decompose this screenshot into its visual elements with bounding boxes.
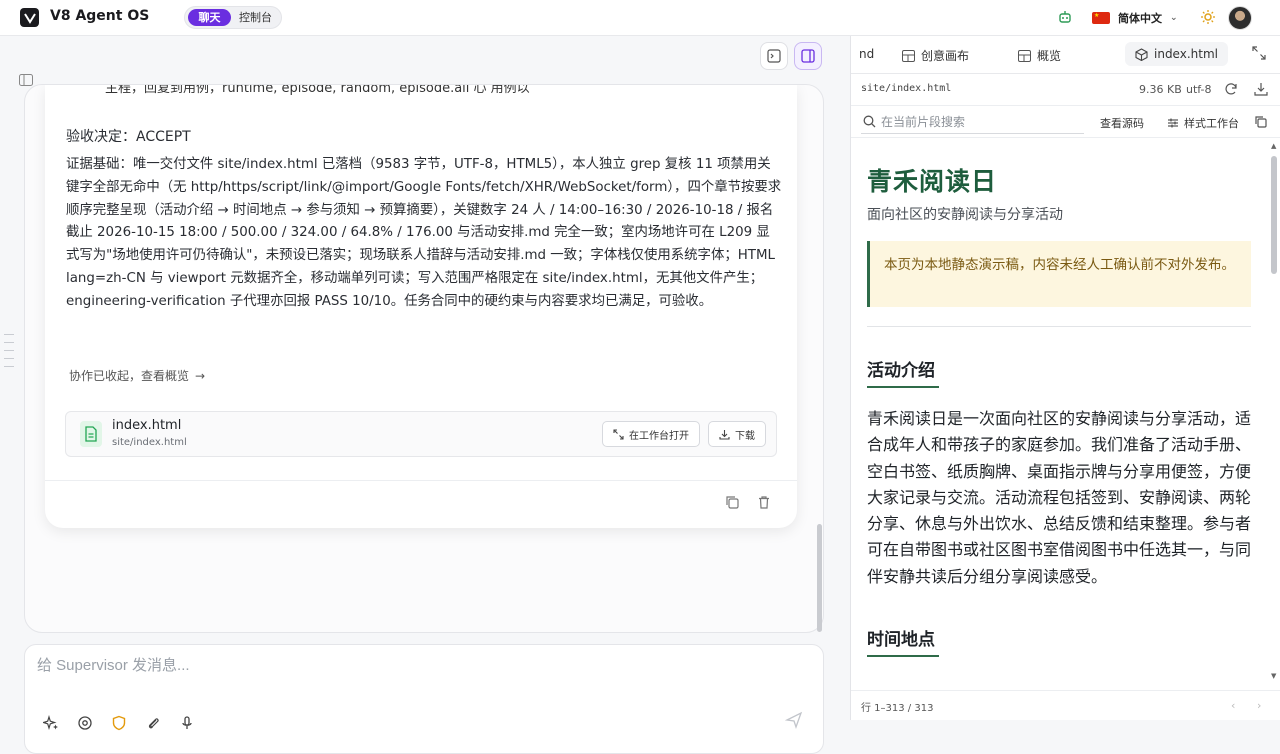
shield-icon[interactable] (111, 715, 129, 733)
layout-icon (1018, 49, 1031, 62)
file-path-label: site/index.html (861, 83, 952, 94)
mode-switch: 聊天 控制台 (184, 6, 282, 29)
agent-icon[interactable] (77, 715, 95, 733)
open-in-workbench-button[interactable]: 在工作台打开 (602, 421, 700, 447)
panel-toggle-button[interactable] (794, 42, 822, 70)
search-underline (861, 133, 1084, 134)
search-icon (863, 115, 876, 128)
assistant-message: 主程，回复到用例，runtime, episode, random, episo… (45, 85, 797, 528)
collapse-link-label: 协作已收起，查看概览 (69, 369, 190, 383)
scroll-down-icon[interactable]: ▼ (1271, 672, 1276, 680)
cube-icon (1135, 47, 1148, 61)
tab-overview[interactable]: 概览 (1018, 47, 1061, 64)
scroll-up-icon[interactable]: ▲ (1271, 142, 1276, 150)
file-attachment: index.html site/index.html 在工作台打开 下载 (65, 411, 777, 457)
download-label: 下载 (735, 430, 755, 442)
acceptance-decision: 验收决定：ACCEPT (66, 129, 191, 145)
file-document-icon (80, 421, 102, 447)
tab-partial[interactable]: nd (859, 47, 874, 61)
chevron-down-icon: ⌄ (1170, 13, 1178, 23)
section-underline (867, 386, 939, 388)
message-input[interactable] (37, 653, 797, 677)
snippet-search-input[interactable] (881, 111, 1081, 133)
send-button[interactable] (785, 711, 809, 735)
app-title: V8 Agent OS (50, 8, 150, 24)
send-icon (785, 711, 803, 729)
workbench-tabs: nd 创意画布 概览 index.html (851, 36, 1280, 74)
tab-label: nd (859, 47, 875, 61)
next-icon[interactable]: › (1257, 699, 1261, 712)
evidence-paragraph: 证据基础：唯一交付文件 site/index.html 已落档（9583 字节，… (66, 157, 782, 309)
top-bar: V8 Agent OS 聊天 控制台 简体中文 ⌄ (0, 0, 1280, 36)
user-avatar[interactable] (1228, 6, 1252, 30)
preview-scrollbar[interactable]: ▲ ▼ (1269, 140, 1280, 684)
line-range: 行 1–313 / 313 (861, 703, 934, 714)
terminal-toggle-button[interactable] (760, 42, 788, 70)
refresh-icon[interactable] (1224, 82, 1238, 96)
language-selector[interactable]: 简体中文 ⌄ (1092, 7, 1188, 29)
sparkles-icon[interactable] (43, 715, 61, 733)
download-icon (719, 429, 730, 440)
style-workbench-label: 样式工作台 (1184, 117, 1239, 130)
file-encoding: utf-8 (1186, 83, 1212, 96)
workbench-panel: nd 创意画布 概览 index.html site/index.html 9.… (851, 36, 1280, 720)
section-heading-intro: 活动介绍 (867, 361, 935, 381)
open-label: 在工作台打开 (629, 430, 689, 442)
maximize-icon[interactable] (1252, 46, 1266, 60)
preview-notice: 本页为本地静态演示稿，内容未经人工确认前不对外发布。 (867, 241, 1251, 307)
view-source-button[interactable]: 查看源码 (1100, 115, 1144, 131)
tab-label: 概览 (1037, 49, 1062, 63)
preview-subtitle: 面向社区的安静阅读与分享活动 (867, 207, 1063, 223)
download-icon[interactable] (1254, 82, 1268, 96)
tab-label: index.html (1154, 47, 1218, 61)
chat-scrollbar[interactable] (817, 524, 822, 632)
split-panel-icon (801, 49, 815, 63)
html-preview: 青禾阅读日 面向社区的安静阅读与分享活动 本页为本地静态演示稿，内容未经人工确认… (851, 140, 1269, 684)
scrollbar-thumb[interactable] (1271, 156, 1277, 274)
search-row: 查看源码 样式工作台 (851, 106, 1280, 138)
style-workbench-button[interactable]: 样式工作台 (1167, 115, 1239, 131)
file-size: 9.36 KB (1139, 83, 1182, 96)
file-info-bar: site/index.html 9.36 KB utf-8 (851, 74, 1280, 106)
layout-icon (902, 49, 915, 62)
expand-icon (613, 428, 624, 440)
app-logo-icon (20, 8, 39, 27)
status-bar: 行 1–313 / 313 ‹ › (851, 690, 1280, 720)
paperclip-icon[interactable] (145, 715, 163, 733)
section-intro-body: 青禾阅读日是一次面向社区的安静阅读与分享活动，适合成年人和带孩子的家庭参加。我们… (867, 409, 1252, 586)
chat-area: 主程，回复到用例，runtime, episode, random, episo… (0, 36, 848, 754)
language-label: 简体中文 (1118, 12, 1162, 25)
message-composer (24, 644, 824, 754)
sliders-icon (1167, 117, 1179, 129)
tab-label: 创意画布 (921, 49, 970, 63)
mode-console-button[interactable]: 控制台 (239, 9, 272, 26)
theme-sun-icon[interactable] (1200, 9, 1218, 27)
china-flag-icon (1092, 12, 1110, 24)
microphone-icon[interactable] (179, 715, 197, 733)
copy-icon[interactable] (725, 495, 741, 511)
robot-icon[interactable] (1057, 9, 1075, 27)
arrow-right-icon: → (195, 369, 206, 383)
copy-icon[interactable] (1254, 115, 1267, 128)
terminal-icon (767, 49, 781, 63)
prev-icon[interactable]: ‹ (1231, 699, 1235, 712)
download-button[interactable]: 下载 (708, 421, 766, 447)
tab-index-html[interactable]: index.html (1125, 42, 1228, 66)
preview-divider (867, 326, 1251, 327)
message-list: 主程，回复到用例，runtime, episode, random, episo… (24, 84, 824, 633)
preview-title: 青禾阅读日 (867, 167, 998, 196)
section-heading-time-place: 时间地点 (867, 630, 935, 650)
card-divider (45, 480, 797, 481)
delete-icon[interactable] (757, 495, 773, 511)
file-path: site/index.html (112, 437, 187, 448)
message-cut-line: 主程，回复到用例，runtime, episode, random, episo… (105, 84, 530, 96)
tab-creative-canvas[interactable]: 创意画布 (902, 47, 969, 64)
mode-chat-button[interactable]: 聊天 (188, 9, 231, 26)
collaboration-overview-link[interactable]: 协作已收起，查看概览 → (69, 367, 205, 384)
file-name: index.html (112, 418, 182, 433)
sidebar-toggle-icon[interactable] (19, 74, 33, 86)
minimap-marks (4, 334, 14, 374)
section-underline (867, 655, 939, 657)
